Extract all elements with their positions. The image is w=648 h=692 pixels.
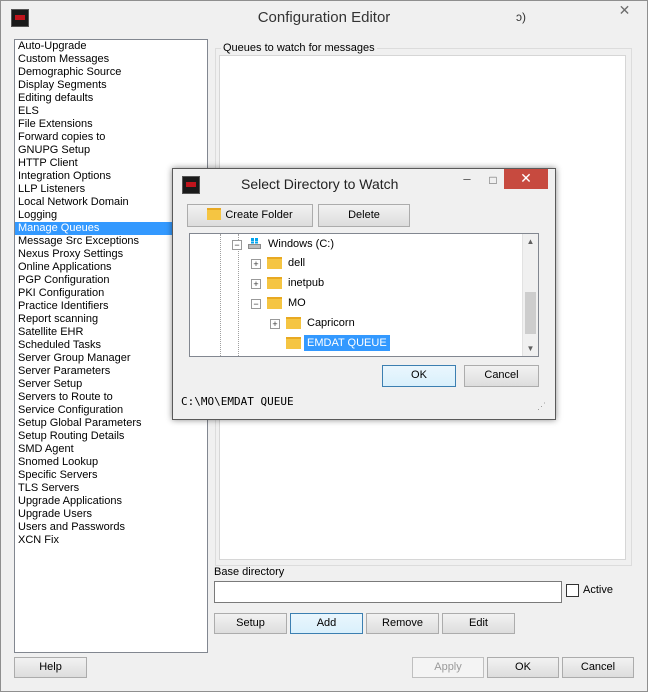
scroll-thumb[interactable] [525, 292, 536, 334]
expand-icon[interactable]: + [251, 279, 261, 289]
tree-node-dell[interactable]: + dell [190, 254, 522, 272]
list-item[interactable]: GNUPG Setup [15, 144, 207, 157]
setup-button[interactable]: Setup [214, 613, 287, 634]
dialog-title: Select Directory to Watch [241, 176, 399, 192]
collapse-icon[interactable]: − [251, 299, 261, 309]
cancel-button[interactable]: Cancel [562, 657, 634, 678]
tree-node-capricorn[interactable]: + Capricorn [190, 314, 522, 332]
dialog-ok-button[interactable]: OK [382, 365, 456, 387]
list-item[interactable]: Editing defaults [15, 92, 207, 105]
help-button[interactable]: Help [14, 657, 87, 678]
drive-icon [247, 238, 262, 250]
list-item[interactable]: XCN Fix [15, 534, 207, 547]
folder-icon [286, 337, 301, 349]
create-folder-button[interactable]: Create Folder [187, 204, 313, 227]
list-item[interactable]: Specific Servers [15, 469, 207, 482]
delete-button[interactable]: Delete [318, 204, 410, 227]
list-item[interactable]: Auto-Upgrade [15, 40, 207, 53]
remove-button[interactable]: Remove [366, 613, 439, 634]
tree-node-inetpub[interactable]: + inetpub [190, 274, 522, 292]
dialog-maximize-button[interactable]: □ [484, 171, 502, 189]
new-folder-icon [207, 208, 222, 221]
create-folder-label: Create Folder [225, 209, 293, 221]
tree-label: MO [288, 297, 306, 309]
expand-icon[interactable]: + [270, 319, 280, 329]
list-item[interactable]: Upgrade Applications [15, 495, 207, 508]
ok-button[interactable]: OK [487, 657, 559, 678]
dialog-app-icon [182, 176, 200, 194]
active-label: Active [583, 584, 613, 596]
selected-path-status: C:\MO\EMDAT QUEUE [181, 395, 294, 408]
list-item[interactable]: File Extensions [15, 118, 207, 131]
base-directory-label: Base directory [214, 566, 285, 578]
window-close-button[interactable]: ✕ [611, 2, 638, 20]
dialog-close-button[interactable]: ✕ [504, 169, 548, 189]
list-item[interactable]: Custom Messages [15, 53, 207, 66]
queues-group-label: Queues to watch for messages [221, 42, 377, 54]
folder-icon [267, 277, 282, 289]
dialog-minimize-button[interactable]: – [458, 171, 476, 189]
list-item[interactable]: Display Segments [15, 79, 207, 92]
tree-label: Capricorn [307, 317, 355, 329]
apply-button[interactable]: Apply [412, 657, 484, 678]
edit-button[interactable]: Edit [442, 613, 515, 634]
list-item[interactable]: TLS Servers [15, 482, 207, 495]
window-title: Configuration Editor [257, 9, 391, 26]
list-item[interactable]: Setup Routing Details [15, 430, 207, 443]
expand-icon[interactable]: + [251, 259, 261, 269]
list-item[interactable]: Forward copies to [15, 131, 207, 144]
select-directory-dialog: Select Directory to Watch – □ ✕ Create F… [172, 168, 556, 420]
scroll-up-arrow-icon[interactable]: ▲ [523, 234, 538, 249]
active-checkbox[interactable] [566, 584, 579, 597]
tree-label: dell [288, 257, 306, 269]
open-folder-icon [267, 297, 282, 309]
tree-node-mo[interactable]: − MO [190, 294, 522, 312]
list-item[interactable]: SMD Agent [15, 443, 207, 456]
folder-icon [286, 317, 301, 329]
configuration-editor-window: Configuration Editor ɔ) ✕ Auto-Upgrade Cu… [0, 0, 648, 692]
list-item[interactable]: Snomed Lookup [15, 456, 207, 469]
tree-label: inetpub [288, 277, 325, 289]
add-button[interactable]: Add [290, 613, 363, 634]
tree-node-emdat-queue[interactable]: EMDAT QUEUE [190, 334, 522, 352]
folder-icon [267, 257, 282, 269]
tree-node-drive[interactable]: − Windows (C:) [190, 235, 522, 253]
tree-label-selected: EMDAT QUEUE [304, 335, 390, 351]
list-item[interactable]: Upgrade Users [15, 508, 207, 521]
list-item[interactable]: ELS [15, 105, 207, 118]
list-item[interactable]: Users and Passwords [15, 521, 207, 534]
title-bar[interactable]: Configuration Editor ɔ) ✕ [1, 1, 647, 33]
base-directory-input[interactable] [214, 581, 562, 603]
collapse-icon[interactable]: − [232, 240, 242, 250]
tree-label-drive: Windows (C:) [268, 238, 335, 250]
list-item[interactable]: Demographic Source [15, 66, 207, 79]
scroll-down-arrow-icon[interactable]: ▼ [523, 341, 538, 356]
dialog-title-bar[interactable]: Select Directory to Watch – □ ✕ [173, 169, 555, 197]
dialog-cancel-button[interactable]: Cancel [464, 365, 539, 387]
title-extra-text: ɔ) [516, 10, 526, 24]
resize-grip-icon[interactable]: ⋰ [537, 401, 546, 412]
tree-scrollbar[interactable]: ▲ ▼ [522, 234, 538, 356]
directory-tree[interactable]: − Windows (C:) + dell + inetpub − MO + C… [189, 233, 539, 357]
